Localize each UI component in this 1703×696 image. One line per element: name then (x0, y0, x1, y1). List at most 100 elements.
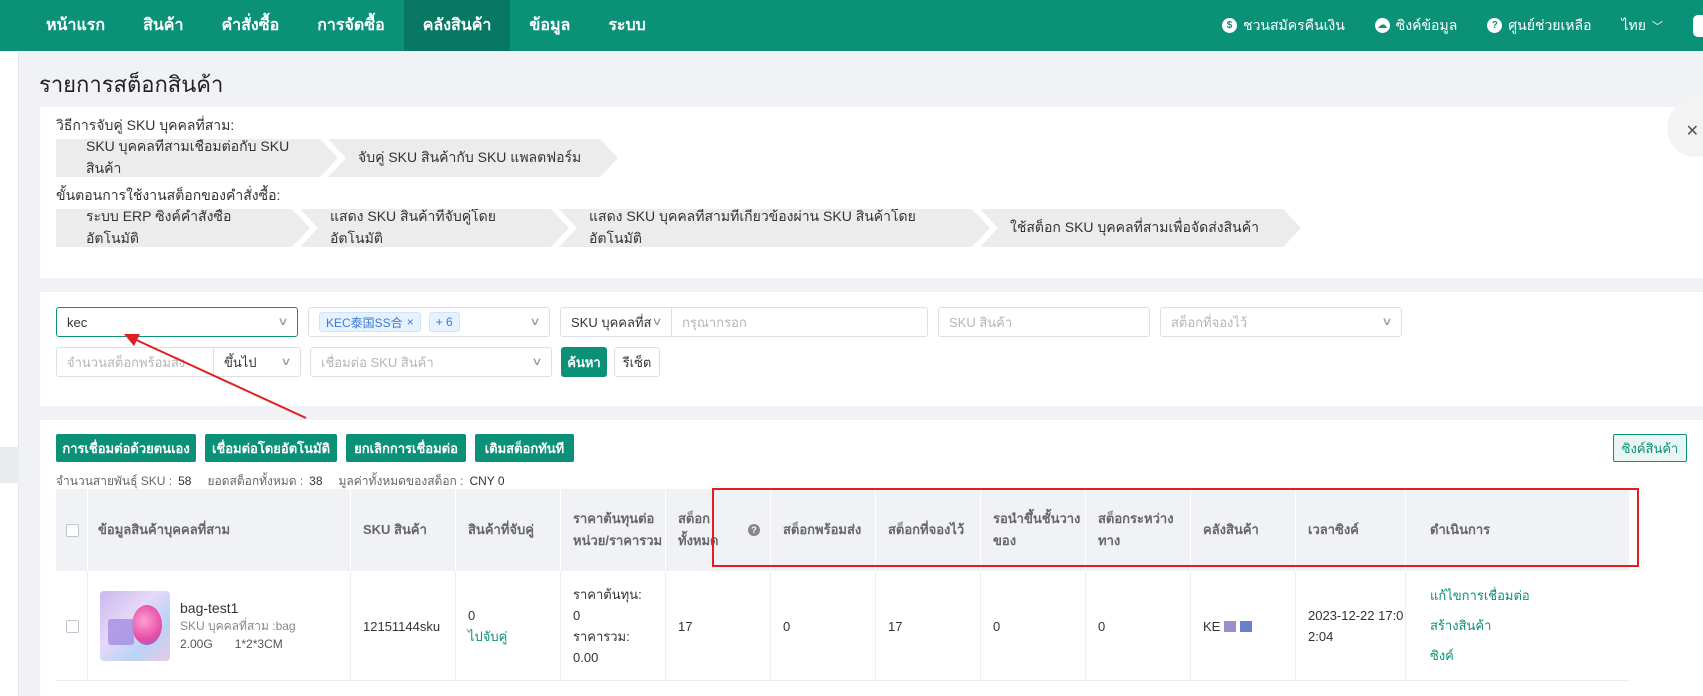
auto-link-button[interactable]: เชื่อมต่อโดยอัตโนมัติ (205, 434, 337, 462)
flow-step: แสดง SKU บุคคลที่สามที่เกี่ยวข้องผ่าน SK… (559, 209, 990, 247)
nav-right: $ ชวนสมัครคืนเงิน ☁ ซิงค์ข้อมูล ? ศูนย์ช่วย… (1222, 0, 1703, 51)
reserved-stock-select[interactable]: สต็อกที่จองไว้ ∨ (1160, 307, 1402, 337)
guide-card: วิธีการจับคู่ SKU บุคคลที่สาม: SKU บุคคล… (40, 99, 1703, 278)
nav-home[interactable]: หน้าแรก (0, 0, 124, 51)
nav-products[interactable]: สินค้า (124, 0, 202, 51)
help-center-link[interactable]: ? ศูนย์ช่วยเหลือ (1487, 15, 1592, 37)
chevron-down-icon: ∨ (280, 356, 292, 368)
sku-input[interactable]: กรุณากรอก (671, 307, 928, 337)
select-all-checkbox[interactable] (56, 489, 88, 571)
filter-card: kec ∨ KEC泰国SS合 × + 6 ∨ SKU บุคคลที่ส ∨ กรุณ… (40, 292, 1703, 406)
sku-count-label: จำนวนสายพันธุ์ SKU : (56, 474, 173, 488)
product-thumbnail (100, 591, 170, 661)
sidebar (0, 51, 19, 696)
pairing-steps: SKU บุคคลที่สามเชื่อมต่อกับ SKU สินค้า จ… (56, 139, 608, 177)
sku-count-value: 58 (178, 474, 192, 488)
pairing-step: SKU บุคคลที่สามเชื่อมต่อกับ SKU สินค้า (56, 139, 338, 177)
cancel-link-button[interactable]: ยกเลิกการเชื่อมต่อ (346, 434, 466, 462)
search-button[interactable]: ค้นหา (561, 347, 607, 377)
annotation-highlight-box (712, 488, 1639, 567)
reserved-stock-cell: 17 (876, 571, 981, 681)
nav-warehouse[interactable]: คลังสินค้า (403, 0, 511, 51)
flow-step: ใช้สต็อก SKU บุคคลที่สามเพื่อจัดส่งสินค้… (980, 209, 1301, 247)
cost-cell: ราคาต้นทุน: 0 ราคารวม: 0.00 (561, 571, 666, 681)
product-weight: 2.00G (180, 637, 213, 651)
redacted-block (1240, 620, 1253, 632)
unit-cost-value: 0 (573, 608, 581, 623)
link-sku-select[interactable]: เชื่อมต่อ SKU สินค้า ∨ (310, 347, 552, 377)
col-product-sku: SKU สินค้า (351, 489, 456, 571)
top-nav: หน้าแรก สินค้า คำสั่งซื้อ การจัดซื้อ คลั… (0, 0, 1703, 51)
page-title: รายการสต็อกสินค้า (39, 72, 224, 97)
matched-cell: 0 ไปจับคู่ (456, 571, 561, 681)
go-match-link[interactable]: ไปจับคู่ (468, 626, 560, 647)
col-matched-product: สินค้าที่จับคู่ (456, 489, 561, 571)
sync-action[interactable]: ซิงค์ (1430, 641, 1630, 671)
refund-icon: $ (1222, 18, 1238, 33)
pairing-step: จับคู่ SKU สินค้ากับ SKU แพลตฟอร์ม (328, 139, 618, 177)
total-stock-label: ยอดสต็อกทั้งหมด : (207, 474, 304, 488)
refund-link[interactable]: $ ชวนสมัครคืนเงิน (1222, 15, 1345, 37)
tag-close-icon[interactable]: × (407, 315, 414, 329)
ready-qty-input[interactable]: จำนวนสต็อกพร้อมส่ง (56, 347, 214, 377)
chevron-down-icon: ∨ (277, 316, 289, 328)
product-name: bag-test1 (180, 600, 239, 616)
warehouse-cell: KE (1191, 571, 1296, 681)
sync-data-link[interactable]: ☁ ซิงค์ข้อมูล (1374, 15, 1457, 37)
unit-cost-label: ราคาต้นทุน: (573, 587, 642, 602)
nav-system[interactable]: ระบบ (589, 0, 665, 51)
flow-steps: ระบบ ERP ซิงค์คำสั่งซื้ออัตโนมัติ แสดง S… (56, 209, 1291, 247)
nav-data[interactable]: ข้อมูล (510, 0, 589, 51)
total-price-label: ราคารวม: (573, 629, 630, 644)
sync-product-button[interactable]: ซิงค์สินค้า (1613, 434, 1687, 462)
chevron-down-icon: ∨ (1381, 316, 1393, 328)
in-transit-cell: 0 (1086, 571, 1191, 681)
total-stock-value: 38 (309, 474, 323, 488)
pending-shelf-cell: 0 (981, 571, 1086, 681)
total-price-value: 0.00 (573, 650, 599, 665)
chevron-down-icon: ∨ (531, 356, 543, 368)
chevron-down-icon: ∨ (529, 316, 541, 328)
table-row: bag-test1 SKU บุคคลที่สาม :bag 2.00G 1*2*… (56, 571, 1630, 681)
cloud-sync-icon: ☁ (1374, 18, 1390, 33)
chevron-down-icon: ∨ (651, 316, 663, 328)
user-avatar-icon[interactable] (1693, 14, 1703, 37)
nav-orders[interactable]: คำสั่งซื้อ (202, 0, 298, 51)
total-stock-cell: 17 (666, 571, 771, 681)
edit-link-action[interactable]: แก้ไขการเชื่อมต่อ (1430, 581, 1630, 611)
flow-label: ขั้นตอนการใช้งานสต็อกของคำสั่งซื้อ: (56, 187, 281, 203)
product-sku-input[interactable]: SKU สินค้า (938, 307, 1150, 337)
chevron-down-icon: ﹀ (1652, 20, 1663, 33)
col-unit-cost: ราคาต้นทุนต่อหน่วย/ราคารวม (561, 489, 666, 571)
product-size: 1*2*3CM (234, 637, 283, 651)
reset-button[interactable]: รีเซ็ต (614, 347, 660, 377)
search-select[interactable]: kec ∨ (56, 307, 298, 337)
sku-type-select[interactable]: SKU บุคคลที่ส ∨ (560, 307, 672, 337)
stock-value-label: มูลค่าทั้งหมดของสต็อก : (338, 474, 464, 488)
matched-count: 0 (468, 608, 476, 623)
flow-step: ระบบ ERP ซิงค์คำสั่งซื้ออัตโนมัติ (56, 209, 310, 247)
add-stock-button[interactable]: เติมสต็อกทันที (475, 434, 574, 462)
language-select[interactable]: ไทย ﹀ (1622, 15, 1663, 37)
nav-purchasing[interactable]: การจัดซื้อ (298, 0, 404, 51)
third-party-sku: SKU บุคคลที่สาม :bag (180, 619, 296, 633)
actions-cell: แก้ไขการเชื่อมต่อ สร้างสินค้า ซิงค์ (1406, 571, 1630, 681)
col-third-party-info: ข้อมูลสินค้าบุคคลที่สาม (88, 489, 351, 571)
stock-value-value: CNY 0 (469, 474, 505, 488)
sync-time-cell: 2023-12-22 17:02:04 (1296, 571, 1406, 681)
manual-link-button[interactable]: การเชื่อมต่อด้วยตนเอง (56, 434, 196, 462)
pairing-label: วิธีการจับคู่ SKU บุคคลที่สาม: (56, 117, 235, 133)
create-product-action[interactable]: สร้างสินค้า (1430, 611, 1630, 641)
flow-step: แสดง SKU สินค้าที่จับคู่โดยอัตโนมัติ (300, 209, 569, 247)
help-icon: ? (1487, 18, 1503, 33)
warehouse-more-tag: + 6 (428, 312, 460, 332)
row-checkbox[interactable] (56, 571, 88, 681)
sidebar-selected[interactable] (0, 447, 19, 483)
warehouse-select[interactable]: KEC泰国SS合 × + 6 ∨ (308, 307, 550, 337)
third-party-info-cell: bag-test1 SKU บุคคลที่สาม :bag 2.00G 1*2*… (88, 571, 351, 681)
ready-stock-cell: 0 (771, 571, 876, 681)
close-icon[interactable]: ✕ (1686, 121, 1699, 141)
warehouse-tag[interactable]: KEC泰国SS合 × (319, 312, 421, 332)
qty-operator-select[interactable]: ขึ้นไป ∨ (213, 347, 301, 377)
product-sku-cell: 12151144sku (351, 571, 456, 681)
